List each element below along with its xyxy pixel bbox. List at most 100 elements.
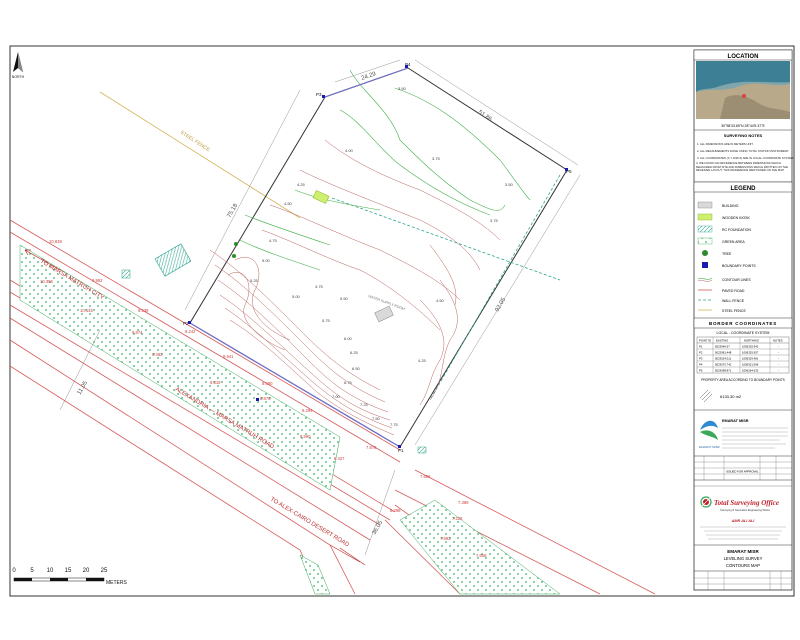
- legend-swatch-building: [697, 201, 713, 209]
- spot-level: 8.294: [302, 408, 313, 413]
- legend-label: GREEN AREA: [722, 240, 745, 244]
- contour-labels: 3.50 3.75 4.00 3.50 3.75 4.25 4.50 4.75 …: [250, 86, 514, 427]
- contour-label: 7.50: [372, 416, 381, 421]
- road-label-alex-cairo: TO ALEX-CAIRO DESERT ROAD: [269, 497, 350, 549]
- table-cell: P5: [699, 369, 703, 373]
- project-name: EMARAT MISR: [727, 549, 759, 554]
- contour-label: 5.25: [250, 278, 259, 283]
- scale-bar: 0 5 10 15 20 25 METERS: [12, 568, 127, 586]
- rc-foundation-1: [154, 243, 192, 277]
- spot-level: 7.228: [452, 516, 463, 521]
- rc-foundation-3: [417, 446, 427, 454]
- rc-foundation-2: [121, 269, 131, 279]
- scale-unit: METERS: [106, 580, 128, 586]
- steel-fence-label: STEEL FENCE: [179, 130, 211, 154]
- table-cell: -: [778, 369, 779, 373]
- contour-label: 5.75: [322, 318, 331, 323]
- spot-level: 7.878: [366, 445, 377, 450]
- scale-tick: 15: [65, 568, 72, 574]
- area-label: PROPERTY AREA ACCORDING TO BOUNDARY POIN…: [701, 378, 785, 382]
- location-coords: 30°58'33.65"N 28°44'5.37"E: [721, 124, 765, 128]
- table-cell: 5023070.741: [715, 363, 732, 367]
- wooden-kiosk: [312, 190, 330, 204]
- contour-label: 3.50: [398, 86, 407, 91]
- spot-level: 10.355: [40, 279, 53, 284]
- spot-level: 7.658: [476, 553, 487, 558]
- table-cell: 1056325.957: [742, 351, 759, 355]
- spot-level: 9.539: [138, 308, 149, 313]
- legend-label: PAVED ROAD: [722, 289, 745, 293]
- legend-label: WOODEN KIOSK: [722, 216, 750, 220]
- legend-label: TREE: [722, 252, 732, 256]
- contour-label: 4.75: [269, 238, 278, 243]
- drawing-canvas[interactable]: NORTH STEEL FENCE TO MARSA MATRUH CITY A…: [0, 0, 800, 640]
- legend-label: BUILDING: [722, 204, 739, 208]
- contour-label: 7.75: [390, 422, 399, 427]
- tree-icon: [232, 242, 238, 258]
- contour-label: 4.75: [315, 284, 324, 289]
- coord-system-label: LOCAL - COORDINATE SYSTEM: [717, 331, 770, 335]
- contour-label: 6.25: [350, 350, 359, 355]
- revision-description: ISSUED FOR APPROVAL: [726, 470, 759, 474]
- note-line: 2. ALL MEASUREMENTS DONE USING TOTAL STA…: [697, 149, 789, 153]
- steel-fence-line: [99, 91, 301, 219]
- legend-label: CONTOUR LINES: [722, 278, 751, 282]
- spot-level: 7.389: [458, 500, 469, 505]
- spot-level: 10.639: [49, 239, 62, 244]
- legend-title: LEGEND: [730, 186, 756, 192]
- scale-tick: 10: [47, 568, 54, 574]
- contour-label: 5.00: [262, 258, 271, 263]
- spot-level: 9.319: [210, 380, 221, 385]
- note-line: 1. ALL DIMENSIONS ARE IN METERS UNIT.: [697, 142, 754, 146]
- office-title: Total Surveying Office: [714, 499, 779, 507]
- dim-road-left: 11.05: [77, 380, 90, 396]
- location-satellite-image: [696, 61, 790, 119]
- table-header: POINT ID: [699, 339, 711, 343]
- table-cell: -: [778, 351, 779, 355]
- table-cell: 5023046.57: [715, 345, 730, 349]
- client-name: EMARAT MISR: [722, 419, 749, 423]
- note-line: 4. WE FOUND AN DIFFERENCE BETWEEN DIMENS…: [696, 162, 788, 172]
- contours-green: [239, 69, 531, 271]
- legend-swatch-green: [697, 237, 713, 245]
- contour-label: 3.50: [505, 182, 514, 187]
- contour-label: 3.75: [432, 156, 441, 161]
- dim-right-side: 92.05: [495, 296, 508, 313]
- client-logo-text: EMARAT MISR: [699, 445, 720, 449]
- spot-level: 8.298: [390, 508, 401, 513]
- legend-label: RC FOUNDATION: [722, 228, 751, 232]
- legend-label: STEEL FENCE: [722, 309, 746, 313]
- table-cell: -: [778, 363, 779, 367]
- table-header: NOTES: [773, 339, 783, 343]
- project-subtitle-2: CONTOURS MAP: [726, 563, 760, 568]
- spot-level: 8.590: [300, 434, 311, 439]
- table-cell: 5023098.871: [715, 369, 732, 373]
- table-cell: -: [778, 357, 779, 361]
- dim-road-bottom: 36.05: [372, 519, 385, 536]
- north-label: NORTH: [12, 75, 25, 79]
- legend-swatch-kiosk: [697, 213, 713, 221]
- contour-label: 4.00: [345, 148, 354, 153]
- office-person: AMR ALI ALI: [731, 519, 756, 523]
- contour-label: 6.00: [344, 336, 353, 341]
- dim-left-side: 75.18: [227, 202, 240, 219]
- contour-label: 4.50: [436, 298, 445, 303]
- area-value: 6133.30 m2: [720, 394, 742, 399]
- spot-level: 8.427: [334, 456, 345, 461]
- table-cell: P1: [699, 345, 703, 349]
- spot-level: 9.992: [92, 278, 103, 283]
- contour-label: 6.75: [344, 380, 353, 385]
- table-header: EASTING: [716, 339, 728, 343]
- spot-level: 7.893: [440, 536, 451, 541]
- project-subtitle-1: LEVELING SURVEY: [724, 556, 763, 561]
- dim-top-short: 24.29: [361, 71, 378, 82]
- note-line: 3. ALL COORDINATES (X,Y AND Z) ARE IN LO…: [697, 156, 794, 160]
- scale-tick: 25: [101, 568, 108, 574]
- spot-level: 10.145: [80, 308, 93, 313]
- table-cell: 5022981.448: [715, 351, 732, 355]
- contour-label: 4.25: [297, 182, 306, 187]
- spot-level: 8.941: [223, 354, 234, 359]
- point-label-p3: P3: [316, 92, 322, 97]
- spot-level: 9.242: [185, 329, 196, 334]
- table-cell: -: [778, 345, 779, 349]
